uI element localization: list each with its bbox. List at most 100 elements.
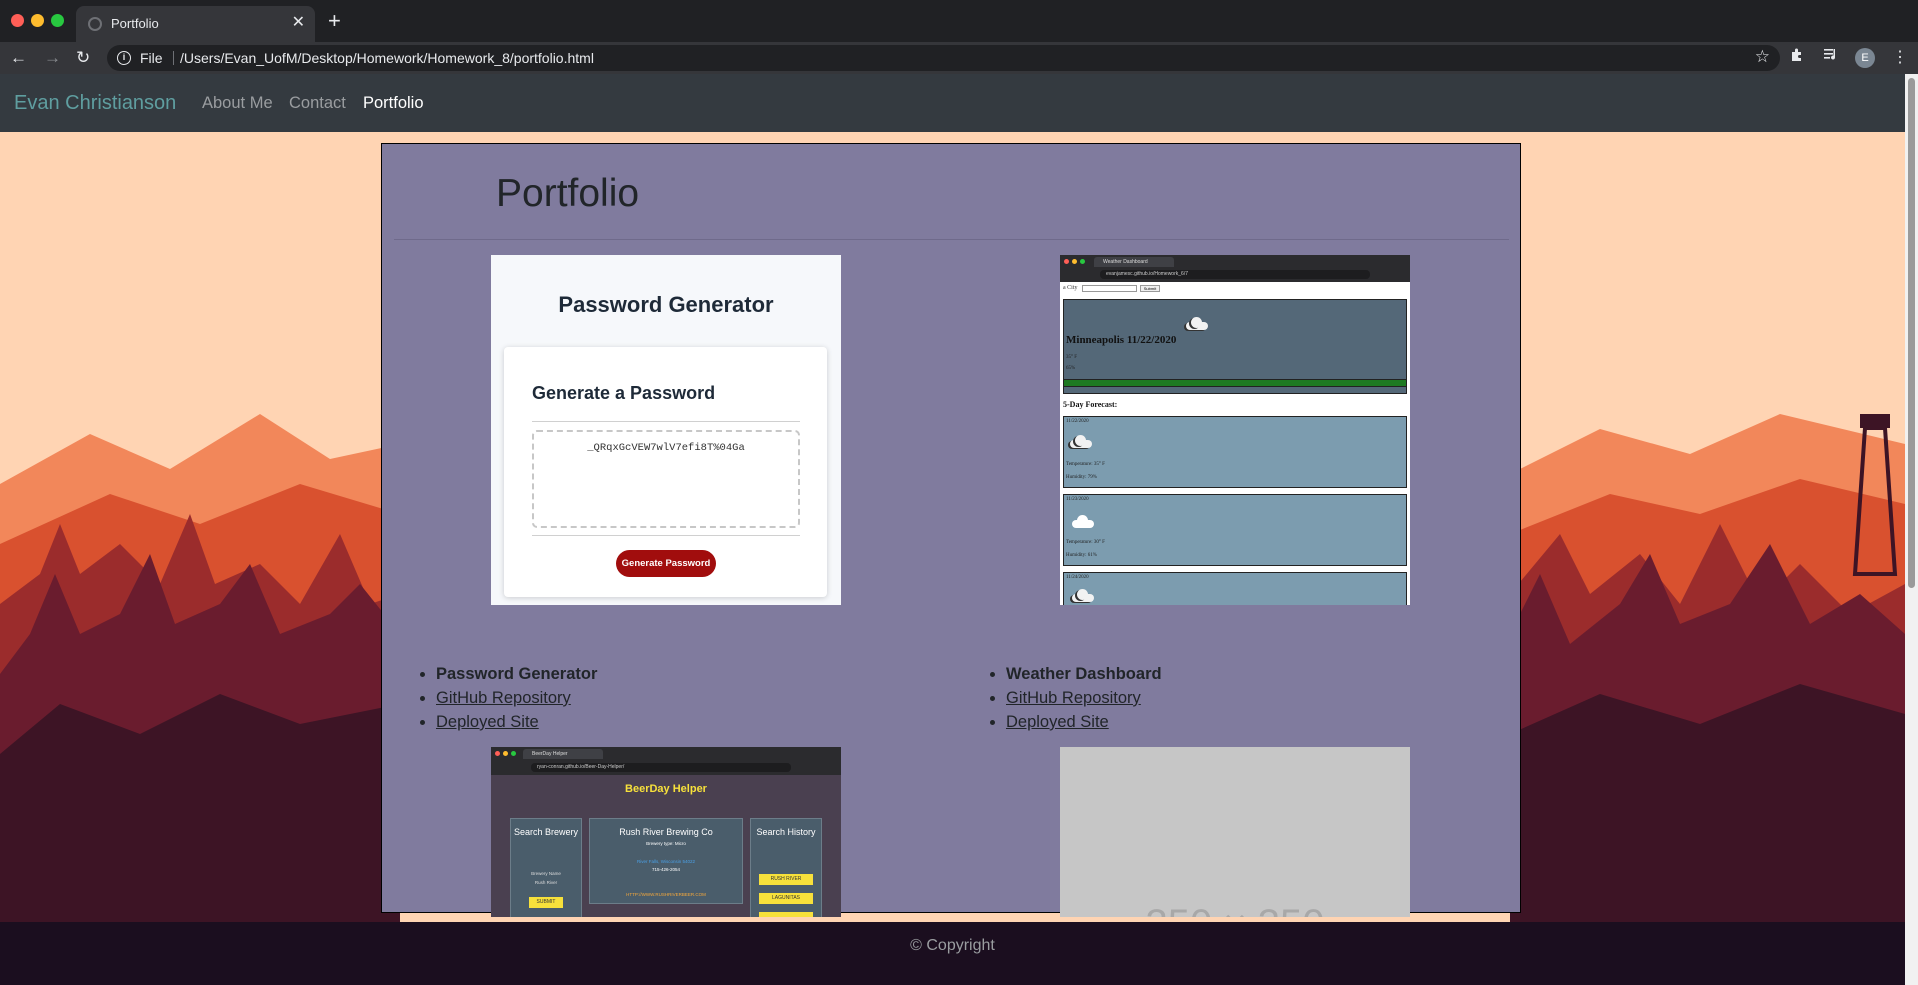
address-divider (173, 51, 174, 65)
list-item: Password Generator (436, 662, 597, 686)
w-dot (1072, 259, 1077, 264)
extensions-icon[interactable] (1789, 46, 1805, 70)
window-close-button[interactable] (11, 14, 24, 27)
w-url: evanjamesc.github.io/Homework_6/7 (1100, 270, 1370, 279)
w-forecast-date: 11/23/2020 (1066, 497, 1089, 502)
profile-avatar[interactable]: E (1855, 48, 1875, 68)
b-search-title: Search Brewery (513, 827, 579, 837)
b-location: River Falls, Wisconsin 54022 (636, 859, 696, 864)
w-forecast-date: 11/24/2020 (1066, 575, 1089, 580)
info-icon[interactable]: i (117, 51, 131, 65)
placeholder-thumbnail[interactable]: 350 × 350 (1060, 747, 1410, 917)
nav-portfolio[interactable]: Portfolio (363, 94, 424, 113)
b-history-item (759, 912, 813, 917)
new-tab-button[interactable]: + (328, 8, 341, 34)
browser-tab[interactable]: Portfolio ✕ (76, 6, 315, 42)
page-scrollbar[interactable] (1905, 74, 1918, 985)
b-browser-chrome: BeerDay Helper ryan-conran.github.io/Bee… (491, 747, 841, 775)
password-generator-thumbnail[interactable]: Password Generator Generate a Password _… (491, 255, 841, 605)
w-search-label: a City (1063, 285, 1078, 291)
b-brewery: Rush River Brewing Co (619, 827, 713, 837)
w-tab: Weather Dashboard (1094, 257, 1174, 267)
w-forecast-temp: Temperature: 30° F (1066, 540, 1105, 545)
b-history-item: RUSH RIVER (759, 874, 813, 885)
address-bar[interactable]: i File /Users/Evan_UofM/Desktop/Homework… (107, 45, 1780, 71)
list-item: GitHub Repository (1006, 686, 1162, 710)
pw-divider (532, 421, 800, 422)
site-footer: © Copyright (0, 922, 1905, 985)
b-name-label: Brewery Name (531, 871, 561, 876)
menu-icon[interactable]: ⋮ (1892, 46, 1908, 70)
cloud-icon (1070, 435, 1092, 448)
b-result-panel: Rush River Brewing Co Brewery type: Micr… (589, 818, 743, 904)
w-dot (1080, 259, 1085, 264)
b-history-panel: Search History RUSH RIVER LAGUNITAS (750, 818, 822, 917)
window-minimize-button[interactable] (31, 14, 44, 27)
cloud-icon (1072, 589, 1094, 602)
placeholder-text: 350 × 350 (1060, 902, 1410, 917)
cloud-icon (1186, 317, 1208, 330)
w-uv-bar (1064, 379, 1406, 387)
weather-dashboard-links: Weather Dashboard GitHub Repository Depl… (1006, 662, 1162, 734)
w-today-temp: 35° F (1066, 355, 1078, 360)
b-phone: 715-426-2054 (651, 867, 681, 872)
nav-contact[interactable]: Contact (289, 94, 346, 113)
b-submit: SUBMIT (529, 897, 563, 908)
browser-toolbar: ← → ↻ i File /Users/Evan_UofM/Desktop/Ho… (0, 42, 1918, 74)
weather-dashboard-thumbnail[interactable]: Weather Dashboard evanjamesc.github.io/H… (1060, 255, 1410, 605)
page-viewport: Evan Christianson About Me Contact Portf… (0, 74, 1905, 985)
project-name: Weather Dashboard (1006, 665, 1162, 683)
deployed-site-link[interactable]: Deployed Site (436, 713, 539, 731)
site-navbar: Evan Christianson About Me Contact Portf… (0, 74, 1905, 132)
w-forecast-date: 11/22/2020 (1066, 419, 1089, 424)
b-history-title: Search History (756, 827, 816, 837)
pw-generate-button: Generate Password (616, 550, 716, 577)
w-search-input (1082, 285, 1137, 292)
b-dot (495, 751, 500, 756)
close-icon[interactable]: ✕ (292, 13, 305, 33)
b-dot (503, 751, 508, 756)
back-icon[interactable]: ← (10, 46, 27, 70)
reload-icon[interactable]: ↻ (76, 46, 90, 70)
browser-tabstrip: Portfolio ✕ + (0, 0, 1918, 42)
pw-value: _QRqxGcVEW7wlV7efi8T%04Ga (587, 442, 745, 454)
nav-about-me[interactable]: About Me (202, 94, 273, 113)
cloud-icon (1072, 515, 1094, 528)
project-name: Password Generator (436, 665, 598, 683)
b-search-panel: Search Brewery Brewery Name Rush River S… (510, 818, 582, 917)
beerday-helper-thumbnail[interactable]: BeerDay Helper ryan-conran.github.io/Bee… (491, 747, 841, 917)
list-item: GitHub Repository (436, 686, 597, 710)
scrollbar-thumb[interactable] (1908, 78, 1915, 588)
forward-icon[interactable]: → (44, 46, 61, 70)
w-forecast-humidity: Humidity: 79% (1066, 475, 1097, 480)
url-text[interactable]: /Users/Evan_UofM/Desktop/Homework/Homewo… (180, 50, 594, 66)
w-forecast-card: 11/23/2020 Temperature: 30° F Humidity: … (1063, 494, 1407, 566)
password-generator-links: Password Generator GitHub Repository Dep… (436, 662, 597, 734)
w-dot (1064, 259, 1069, 264)
star-icon[interactable]: ☆ (1755, 47, 1770, 67)
github-repo-link[interactable]: GitHub Repository (1006, 689, 1141, 707)
w-browser-chrome: Weather Dashboard evanjamesc.github.io/H… (1060, 255, 1410, 282)
media-icon[interactable] (1823, 46, 1839, 70)
brand-link[interactable]: Evan Christianson (14, 92, 176, 115)
b-dot (511, 751, 516, 756)
pw-card: Generate a Password _QRqxGcVEW7wlV7efi8T… (504, 347, 827, 597)
scheme-label: File (140, 50, 163, 66)
github-repo-link[interactable]: GitHub Repository (436, 689, 571, 707)
w-today-card: Minneapolis 11/22/2020 35° F 65% (1063, 299, 1407, 394)
copyright-text: © Copyright (910, 937, 995, 954)
b-brewery-type: Brewery type: Micro (646, 841, 686, 846)
w-forecast-temp: Temperature: 35° F (1066, 462, 1105, 467)
w-city-date: Minneapolis 11/22/2020 (1066, 334, 1177, 346)
portfolio-container: Portfolio Password Generator Generate a … (381, 143, 1521, 917)
list-item: Weather Dashboard (1006, 662, 1162, 686)
pw-card-heading: Generate a Password (532, 383, 716, 403)
deployed-site-link[interactable]: Deployed Site (1006, 713, 1109, 731)
b-title: BeerDay Helper (625, 783, 707, 795)
w-forecast-card: 11/24/2020 (1063, 572, 1407, 605)
b-tab: BeerDay Helper (523, 749, 603, 759)
b-website: HTTP://WWW.RUSHRIVERBEER.COM (626, 892, 706, 897)
title-divider (394, 239, 1509, 240)
window-maximize-button[interactable] (51, 14, 64, 27)
w-today-humidity: 65% (1066, 366, 1076, 371)
